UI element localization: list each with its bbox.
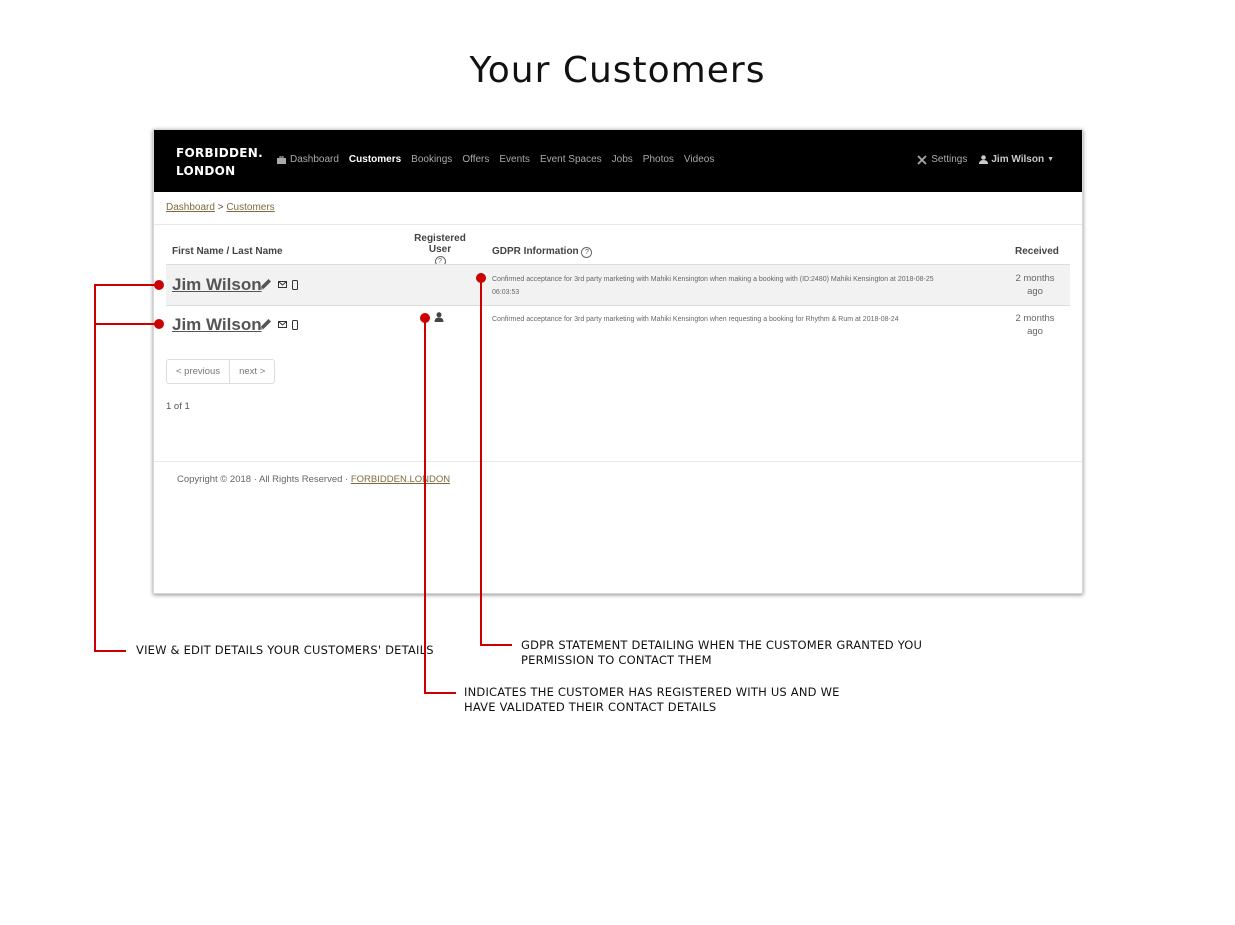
brand-line2: LONDON: [176, 164, 236, 178]
gdpr-line: 06:03:53: [492, 289, 520, 296]
footer: Copyright © 2018 · All Rights Reserved ·…: [177, 474, 450, 485]
mobile-phone-icon[interactable]: [292, 319, 298, 330]
nav-right: Settings Jim Wilson ▼: [917, 154, 1054, 165]
user-menu[interactable]: Jim Wilson ▼: [979, 154, 1054, 165]
main-nav: Dashboard Customers Bookings Offers Even…: [277, 154, 714, 165]
breadcrumb-dashboard[interactable]: Dashboard: [166, 202, 215, 213]
received-line: ago: [1027, 326, 1043, 337]
annotation-edit-details: VIEW & EDIT DETAILS YOUR CUSTOMERS' DETA…: [136, 643, 434, 657]
footer-home-link[interactable]: FORBIDDEN.LONDON: [351, 474, 450, 485]
previous-page-button[interactable]: < previous: [167, 360, 229, 383]
annotation-gdpr-line2: PERMISSION TO CONTACT THEM: [521, 653, 712, 667]
user-icon: [979, 155, 989, 164]
callout-leader: [424, 318, 426, 694]
col-header-registered: Registered User ?: [404, 233, 476, 267]
brand-line1: FORBIDDEN.: [176, 146, 263, 160]
help-icon[interactable]: ?: [581, 247, 593, 258]
footer-divider: [154, 461, 1082, 462]
gdpr-statement: Confirmed acceptance for 3rd party marke…: [492, 313, 899, 326]
app-window: FORBIDDEN. LONDON Dashboard Customers Bo…: [153, 129, 1083, 594]
col-header-gdpr-label: GDPR Information: [492, 246, 579, 257]
callout-leader: [480, 278, 482, 646]
breadcrumb: Dashboard > Customers: [166, 202, 275, 213]
nav-event-spaces[interactable]: Event Spaces: [540, 154, 602, 165]
callout-leader: [94, 284, 96, 652]
nav-jobs[interactable]: Jobs: [612, 154, 633, 165]
callout-leader: [94, 650, 126, 652]
briefcase-icon: [277, 155, 286, 164]
copyright-text: Copyright © 2018 · All Rights Reserved ·: [177, 474, 351, 485]
nav-offers[interactable]: Offers: [462, 154, 489, 165]
col-header-received: Received: [1015, 246, 1059, 257]
col-header-registered-label: Registered User: [414, 233, 466, 255]
customer-name-link[interactable]: Jim Wilson: [172, 315, 262, 335]
callout-leader: [480, 644, 512, 646]
envelope-icon[interactable]: [278, 321, 287, 328]
callout-leader: [424, 692, 456, 694]
table-row: Jim Wilson Confirmed acceptance for 3rd …: [166, 306, 1070, 346]
annotation-gdpr-line1: GDPR STATEMENT DETAILING WHEN THE CUSTOM…: [521, 638, 923, 652]
breadcrumb-divider: [154, 224, 1082, 225]
pencil-icon[interactable]: [258, 317, 273, 332]
user-label: Jim Wilson: [991, 154, 1045, 165]
top-navbar: FORBIDDEN. LONDON Dashboard Customers Bo…: [154, 130, 1082, 192]
registered-user-icon: [434, 312, 444, 322]
annotation-gdpr: GDPR STATEMENT DETAILING WHEN THE CUSTOM…: [521, 638, 922, 668]
col-header-name: First Name / Last Name: [172, 246, 283, 257]
pencil-icon[interactable]: [258, 277, 273, 292]
row-actions: [258, 277, 298, 292]
pagination: < previous next >: [166, 359, 276, 384]
col-header-gdpr: GDPR Information ?: [492, 246, 593, 258]
callout-leader: [95, 284, 159, 286]
row-actions: [258, 317, 298, 332]
settings-label: Settings: [931, 154, 968, 165]
next-page-button[interactable]: next >: [230, 360, 274, 383]
gdpr-line: Confirmed acceptance for 3rd party marke…: [492, 276, 934, 283]
caret-down-icon: ▼: [1047, 156, 1054, 163]
nav-customers[interactable]: Customers: [349, 154, 401, 165]
nav-photos[interactable]: Photos: [643, 154, 674, 165]
breadcrumb-separator: >: [217, 202, 224, 213]
callout-leader: [95, 323, 159, 325]
annotation-registered-line1: INDICATES THE CUSTOMER HAS REGISTERED WI…: [464, 685, 840, 699]
brand-logo[interactable]: FORBIDDEN. LONDON: [176, 144, 263, 180]
page-title: Your Customers: [469, 50, 766, 91]
tools-icon: [917, 154, 927, 165]
nav-dashboard-label: Dashboard: [290, 154, 339, 165]
nav-events[interactable]: Events: [499, 154, 530, 165]
settings-link[interactable]: Settings: [917, 154, 967, 165]
page-count: 1 of 1: [166, 401, 190, 412]
nav-bookings[interactable]: Bookings: [411, 154, 452, 165]
breadcrumb-customers[interactable]: Customers: [226, 202, 274, 213]
nav-videos[interactable]: Videos: [684, 154, 714, 165]
gdpr-line: Confirmed acceptance for 3rd party marke…: [492, 316, 899, 323]
table-row: Jim Wilson Confirmed acceptance for 3rd …: [166, 265, 1070, 305]
annotation-registered: INDICATES THE CUSTOMER HAS REGISTERED WI…: [464, 685, 840, 715]
received-time: 2 months ago: [1011, 312, 1059, 338]
gdpr-statement: Confirmed acceptance for 3rd party marke…: [492, 273, 934, 299]
received-line: ago: [1027, 286, 1043, 297]
envelope-icon[interactable]: [278, 281, 287, 288]
received-line: 2 months: [1015, 313, 1055, 324]
annotation-registered-line2: HAVE VALIDATED THEIR CONTACT DETAILS: [464, 700, 717, 714]
mobile-phone-icon[interactable]: [292, 279, 298, 290]
received-line: 2 months: [1015, 273, 1055, 284]
nav-dashboard[interactable]: Dashboard: [277, 154, 339, 165]
customer-name-link[interactable]: Jim Wilson: [172, 275, 262, 295]
received-time: 2 months ago: [1011, 272, 1059, 298]
